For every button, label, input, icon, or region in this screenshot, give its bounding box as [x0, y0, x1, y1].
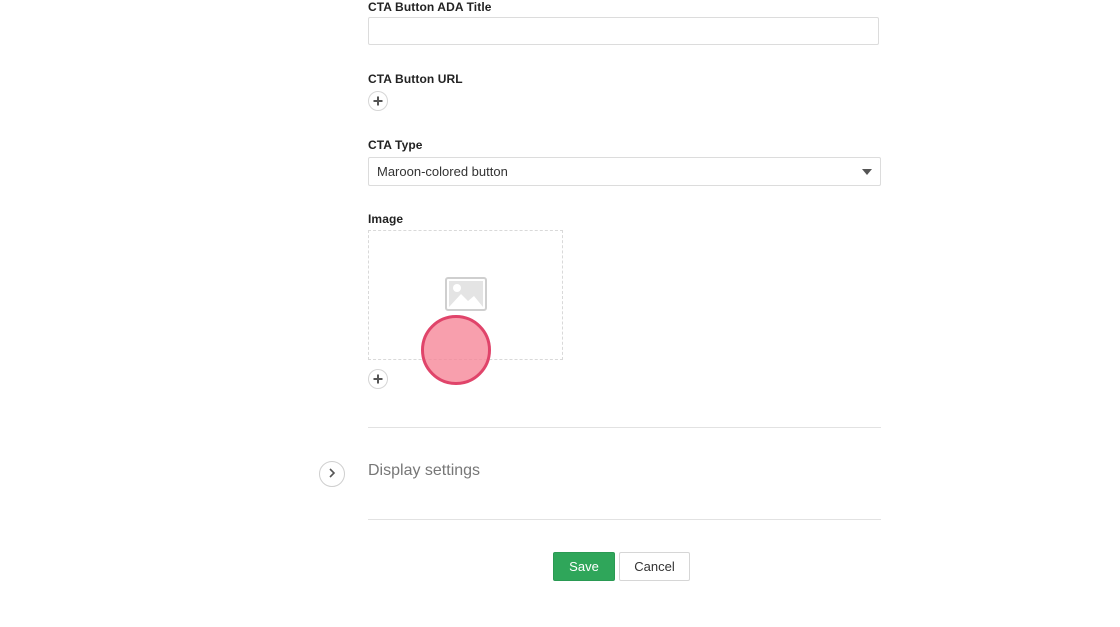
cta-type-select[interactable]: Maroon-colored button [368, 157, 881, 186]
display-settings-title[interactable]: Display settings [368, 462, 480, 480]
cta-url-add-button[interactable] [368, 91, 388, 111]
save-button[interactable]: Save [553, 552, 615, 581]
chevron-right-icon [328, 465, 336, 483]
cta-type-selected-value: Maroon-colored button [377, 164, 508, 179]
section-divider-top [368, 427, 881, 428]
cancel-button[interactable]: Cancel [619, 552, 690, 581]
cta-type-label: CTA Type [368, 138, 423, 152]
image-add-button[interactable] [368, 369, 388, 389]
click-indicator [421, 315, 491, 385]
display-settings-toggle[interactable] [319, 461, 345, 487]
caret-down-icon [862, 169, 872, 175]
image-label: Image [368, 212, 404, 226]
cta-ada-title-input[interactable] [368, 17, 879, 45]
plus-icon [373, 96, 383, 106]
image-placeholder-icon [445, 277, 487, 316]
edit-form-page: CTA Button ADA Title CTA Button URL CTA … [0, 0, 1120, 627]
section-divider-bottom [368, 519, 881, 520]
cta-url-label: CTA Button URL [368, 72, 463, 86]
plus-icon [373, 374, 383, 384]
cta-ada-title-label: CTA Button ADA Title [368, 0, 492, 14]
